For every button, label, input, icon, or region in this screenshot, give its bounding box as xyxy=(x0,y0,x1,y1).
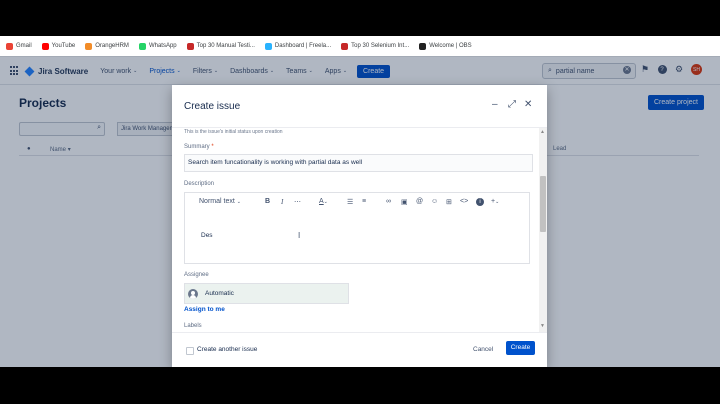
bookmark-label: Welcome | OBS xyxy=(429,43,472,49)
bookmark-item[interactable]: Gmail xyxy=(6,42,32,50)
obs-icon xyxy=(419,42,427,50)
close-icon[interactable]: ✕ xyxy=(524,99,532,110)
link-icon[interactable]: ∞ xyxy=(386,198,391,205)
numbered-list-icon[interactable]: ≡ xyxy=(362,198,366,205)
bold-icon[interactable]: B xyxy=(265,198,270,205)
info-panel-icon[interactable]: i xyxy=(476,198,484,206)
status-hint: This is the issue's initial status upon … xyxy=(184,129,283,135)
whatsapp-icon xyxy=(138,42,146,50)
bookmark-item[interactable]: Top 30 Manual Testi... xyxy=(186,42,255,50)
description-label: Description xyxy=(184,181,215,187)
assignee-select[interactable]: Automatic xyxy=(184,283,349,304)
bookmark-label: WhatsApp xyxy=(148,43,177,49)
bookmark-label: Dashboard | Freela... xyxy=(274,43,332,49)
browser-viewport: Gmail YouTube OrangeHRM WhatsApp Top 30 Manu… xyxy=(0,36,720,367)
text-cursor-icon: I xyxy=(298,231,301,240)
description-text: Des xyxy=(201,232,213,239)
italic-icon[interactable]: I xyxy=(281,198,283,206)
dialog-title: Create issue xyxy=(184,101,241,112)
labels-label: Labels xyxy=(184,323,202,329)
description-editor[interactable]: Normal text ⌄ B I ⋯ A⌄ ☰ ≡ ∞ ▣ @ ☺ ⊞ <> … xyxy=(184,192,530,264)
bookmark-label: Gmail xyxy=(16,43,32,49)
minimize-icon[interactable]: – xyxy=(492,99,498,110)
person-avatar-icon xyxy=(188,288,198,299)
summary-label: Summary * xyxy=(184,144,214,150)
code-icon[interactable]: <> xyxy=(460,198,468,205)
mention-icon[interactable]: @ xyxy=(416,198,423,205)
bookmark-label: OrangeHRM xyxy=(95,43,129,49)
create-another-checkbox[interactable] xyxy=(186,347,194,355)
bookmark-item[interactable]: Dashboard | Freela... xyxy=(264,42,332,50)
bookmark-item[interactable]: Top 30 Selenium Int... xyxy=(341,42,410,50)
scroll-down-icon[interactable]: ▼ xyxy=(540,323,545,329)
bookmark-red-icon xyxy=(186,42,194,50)
insert-more-icon[interactable]: +⌄ xyxy=(491,198,499,205)
summary-field[interactable]: Search item funcationality is working wi… xyxy=(184,154,533,172)
bookmark-label: Top 30 Selenium Int... xyxy=(351,43,410,49)
dialog-body: This is the issue's initial status upon … xyxy=(172,127,547,333)
text-style-dropdown[interactable]: Normal text ⌄ xyxy=(199,198,241,205)
bookmark-item[interactable]: YouTube xyxy=(41,42,76,50)
emoji-icon[interactable]: ☺ xyxy=(431,198,438,205)
scroll-up-icon[interactable]: ▲ xyxy=(540,129,545,135)
scrollbar-thumb[interactable] xyxy=(540,176,546,232)
cancel-button[interactable]: Cancel xyxy=(473,346,493,353)
create-issue-dialog: Create issue – ⤢ ✕ This is the issue's i… xyxy=(172,85,547,367)
youtube-icon xyxy=(41,42,49,50)
freelancer-icon xyxy=(264,42,272,50)
orangehrm-icon xyxy=(85,42,93,50)
more-formatting-icon[interactable]: ⋯ xyxy=(294,198,301,206)
bookmark-red-icon xyxy=(341,42,349,50)
bookmark-item[interactable]: WhatsApp xyxy=(138,42,177,50)
assignee-label: Assignee xyxy=(184,272,209,278)
bullet-list-icon[interactable]: ☰ xyxy=(347,198,353,206)
image-icon[interactable]: ▣ xyxy=(401,198,408,206)
bookmark-label: Top 30 Manual Testi... xyxy=(196,43,255,49)
dialog-scrollbar[interactable]: ▲ ▼ xyxy=(539,128,547,332)
assignee-value: Automatic xyxy=(205,290,234,297)
expand-icon[interactable]: ⤢ xyxy=(508,99,516,110)
gmail-icon xyxy=(6,42,13,50)
bookmark-item[interactable]: Welcome | OBS xyxy=(419,42,472,50)
bookmarks-bar: Gmail YouTube OrangeHRM WhatsApp Top 30 Manu… xyxy=(0,36,720,57)
table-icon[interactable]: ⊞ xyxy=(446,198,452,206)
bookmark-item[interactable]: OrangeHRM xyxy=(85,42,129,50)
submit-create-button[interactable]: Create xyxy=(506,341,535,355)
text-color-icon[interactable]: A⌄ xyxy=(319,198,328,205)
bookmark-label: YouTube xyxy=(51,43,76,49)
assign-to-me-link[interactable]: Assign to me xyxy=(184,306,225,313)
create-another-label[interactable]: Create another issue xyxy=(197,346,257,353)
